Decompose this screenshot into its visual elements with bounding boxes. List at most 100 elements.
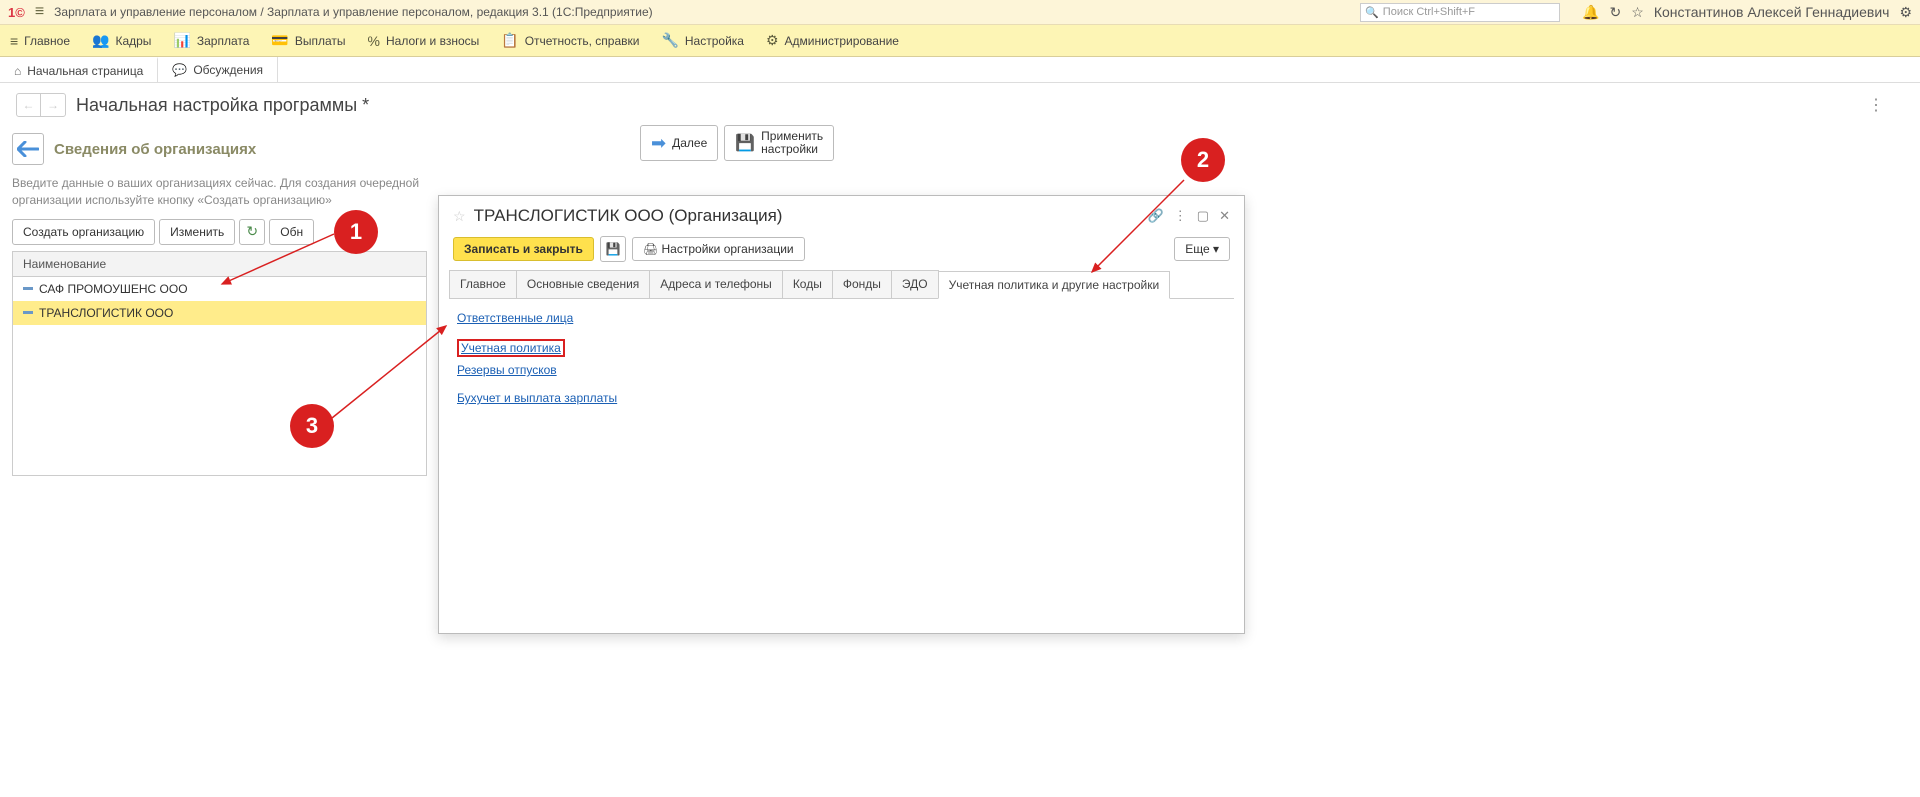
kebab-icon[interactable]: ⋮	[1174, 208, 1187, 224]
tab-main[interactable]: Главное	[449, 270, 517, 298]
chat-icon: 💬	[172, 63, 187, 77]
update-button[interactable]: Обн	[269, 219, 314, 245]
menu-kadry[interactable]: 👥Кадры	[92, 32, 151, 49]
menu-toggle-icon[interactable]: ≡	[35, 3, 44, 21]
org-settings-button[interactable]: 🖨 Настройки организации	[632, 237, 805, 261]
dialog-title: ТРАНСЛОГИСТИК ООО (Организация)	[474, 206, 783, 226]
link-icon[interactable]: 🔗	[1148, 208, 1164, 224]
annotation-badge-1: 1	[334, 210, 378, 254]
link-accounting[interactable]: Бухучет и выплата зарплаты	[457, 391, 617, 405]
tab-codes[interactable]: Коды	[782, 270, 833, 298]
tab-start-page[interactable]: ⌂Начальная страница	[0, 57, 158, 82]
bell-icon[interactable]: 🔔	[1582, 4, 1599, 21]
edit-org-button[interactable]: Изменить	[159, 219, 235, 245]
next-label: Далее	[672, 136, 707, 150]
apply-settings-button[interactable]: 💾 Применить настройки	[724, 125, 834, 161]
dialog-toolbar: Записать и закрыть 💾 🖨 Настройки организ…	[439, 236, 1244, 270]
step-back-button[interactable]	[12, 133, 44, 165]
badge-text: 1	[350, 219, 362, 245]
org-table: Наименование САФ ПРОМОУШЕНС ООО ТРАНСЛОГ…	[12, 251, 427, 476]
nav-back[interactable]: ←	[17, 94, 41, 116]
save-icon: 💾	[735, 133, 755, 153]
search-placeholder: Поиск Ctrl+Shift+F	[1383, 6, 1475, 18]
menu-vyplaty[interactable]: 💳Выплаты	[271, 32, 345, 49]
history-icon[interactable]: ↻	[1610, 4, 1622, 21]
nav-forward[interactable]: →	[41, 94, 65, 116]
menu-label: Зарплата	[197, 34, 250, 48]
next-button[interactable]: ➡ Далее	[640, 125, 718, 161]
arrow-right-icon: ➡	[651, 133, 666, 154]
tab-funds[interactable]: Фонды	[832, 270, 892, 298]
menu-label: Кадры	[115, 34, 151, 48]
menu-admin[interactable]: ⚙ Администрирование	[766, 32, 899, 49]
create-org-button[interactable]: Создать организацию	[12, 219, 155, 245]
search-input[interactable]: 🔍 Поиск Ctrl+Shift+F	[1360, 3, 1560, 22]
org-table-header: Наименование	[13, 252, 426, 277]
menu-zarplata[interactable]: 📊 Зарплата	[173, 32, 249, 49]
menu-label: Главное	[24, 34, 70, 48]
more-button[interactable]: Еще ▾	[1174, 237, 1230, 261]
dialog-controls: 🔗 ⋮ ▢ ✕	[1148, 208, 1230, 224]
annotation-badge-2: 2	[1181, 138, 1225, 182]
kebab-icon[interactable]: ⋮	[1868, 95, 1884, 115]
page-title: Начальная настройка программы *	[76, 95, 369, 116]
menu-label: Настройка	[685, 34, 744, 48]
current-user[interactable]: Константинов Алексей Геннадиевич	[1654, 4, 1890, 20]
menu-label: Налоги и взносы	[386, 34, 479, 48]
list-icon: ≡	[10, 33, 18, 49]
badge-text: 3	[306, 413, 318, 439]
org-row-selected[interactable]: ТРАНСЛОГИСТИК ООО	[13, 301, 426, 325]
org-name: ТРАНСЛОГИСТИК ООО	[39, 306, 173, 320]
gear-icon: ⚙	[766, 32, 779, 49]
nav-arrows: ← →	[16, 93, 66, 117]
org-row[interactable]: САФ ПРОМОУШЕНС ООО	[13, 277, 426, 301]
save-button[interactable]: 💾	[600, 236, 626, 262]
home-icon: ⌂	[14, 64, 21, 78]
row-bullet-icon	[23, 287, 33, 290]
dialog-tabs: Главное Основные сведения Адреса и телеф…	[449, 270, 1234, 299]
menu-setup[interactable]: 🔧Настройка	[661, 32, 744, 49]
annotation-badge-3: 3	[290, 404, 334, 448]
print-icon: 🖨	[643, 242, 658, 256]
refresh-button[interactable]: ↻	[239, 219, 265, 245]
tab-basic-info[interactable]: Основные сведения	[516, 270, 650, 298]
tab-discussions[interactable]: 💬Обсуждения	[158, 57, 278, 82]
save-icon: 💾	[605, 242, 620, 256]
step-header: Сведения об организациях	[12, 133, 427, 165]
menu-main[interactable]: ≡ Главное	[10, 33, 70, 49]
title-bar: 1© ≡ Зарплата и управление персоналом / …	[0, 0, 1920, 25]
tab-edo[interactable]: ЭДО	[891, 270, 939, 298]
menu-reports[interactable]: 📋Отчетность, справки	[501, 32, 639, 49]
favorite-icon[interactable]: ☆	[453, 208, 466, 225]
star-icon[interactable]: ☆	[1631, 4, 1644, 21]
menu-label: Администрирование	[785, 34, 899, 48]
settings-icon[interactable]: ⚙	[1899, 4, 1912, 21]
menu-nalogi[interactable]: %Налоги и взносы	[368, 33, 480, 49]
window-icon[interactable]: ▢	[1197, 208, 1209, 224]
close-icon[interactable]: ✕	[1219, 208, 1230, 224]
arrow-left-icon	[17, 141, 39, 157]
search-icon: 🔍	[1365, 6, 1379, 19]
org-dialog: ☆ ТРАНСЛОГИСТИК ООО (Организация) 🔗 ⋮ ▢ …	[438, 195, 1245, 634]
step-description: Введите данные о ваших организациях сейч…	[12, 175, 427, 209]
tab-addresses[interactable]: Адреса и телефоны	[649, 270, 783, 298]
top-tabs: ⌂Начальная страница 💬Обсуждения	[0, 57, 1920, 83]
wizard-actions: ➡ Далее 💾 Применить настройки	[640, 125, 834, 161]
save-close-button[interactable]: Записать и закрыть	[453, 237, 594, 261]
chart-icon: 📊	[173, 32, 190, 49]
link-responsible[interactable]: Ответственные лица	[457, 311, 573, 325]
tab-policy[interactable]: Учетная политика и другие настройки	[938, 271, 1171, 299]
row-bullet-icon	[23, 311, 33, 314]
titlebar-actions: 🔔 ↻ ☆ Константинов Алексей Геннадиевич ⚙	[1582, 4, 1912, 21]
main-menu: ≡ Главное 👥Кадры 📊 Зарплата 💳Выплаты %Нало…	[0, 25, 1920, 57]
subheader: ← → Начальная настройка программы * ⋮	[0, 83, 1920, 127]
clipboard-icon: 📋	[501, 32, 518, 49]
link-reserves[interactable]: Резервы отпусков	[457, 363, 557, 377]
badge-text: 2	[1197, 147, 1209, 173]
apply-label-2: настройки	[761, 143, 823, 156]
dialog-body: Ответственные лица Учетная политика Резе…	[439, 299, 1244, 431]
apply-label: Применить настройки	[761, 130, 823, 156]
logo-1c: 1©	[8, 5, 25, 20]
link-policy[interactable]: Учетная политика	[461, 341, 561, 355]
refresh-icon: ↻	[246, 223, 258, 240]
